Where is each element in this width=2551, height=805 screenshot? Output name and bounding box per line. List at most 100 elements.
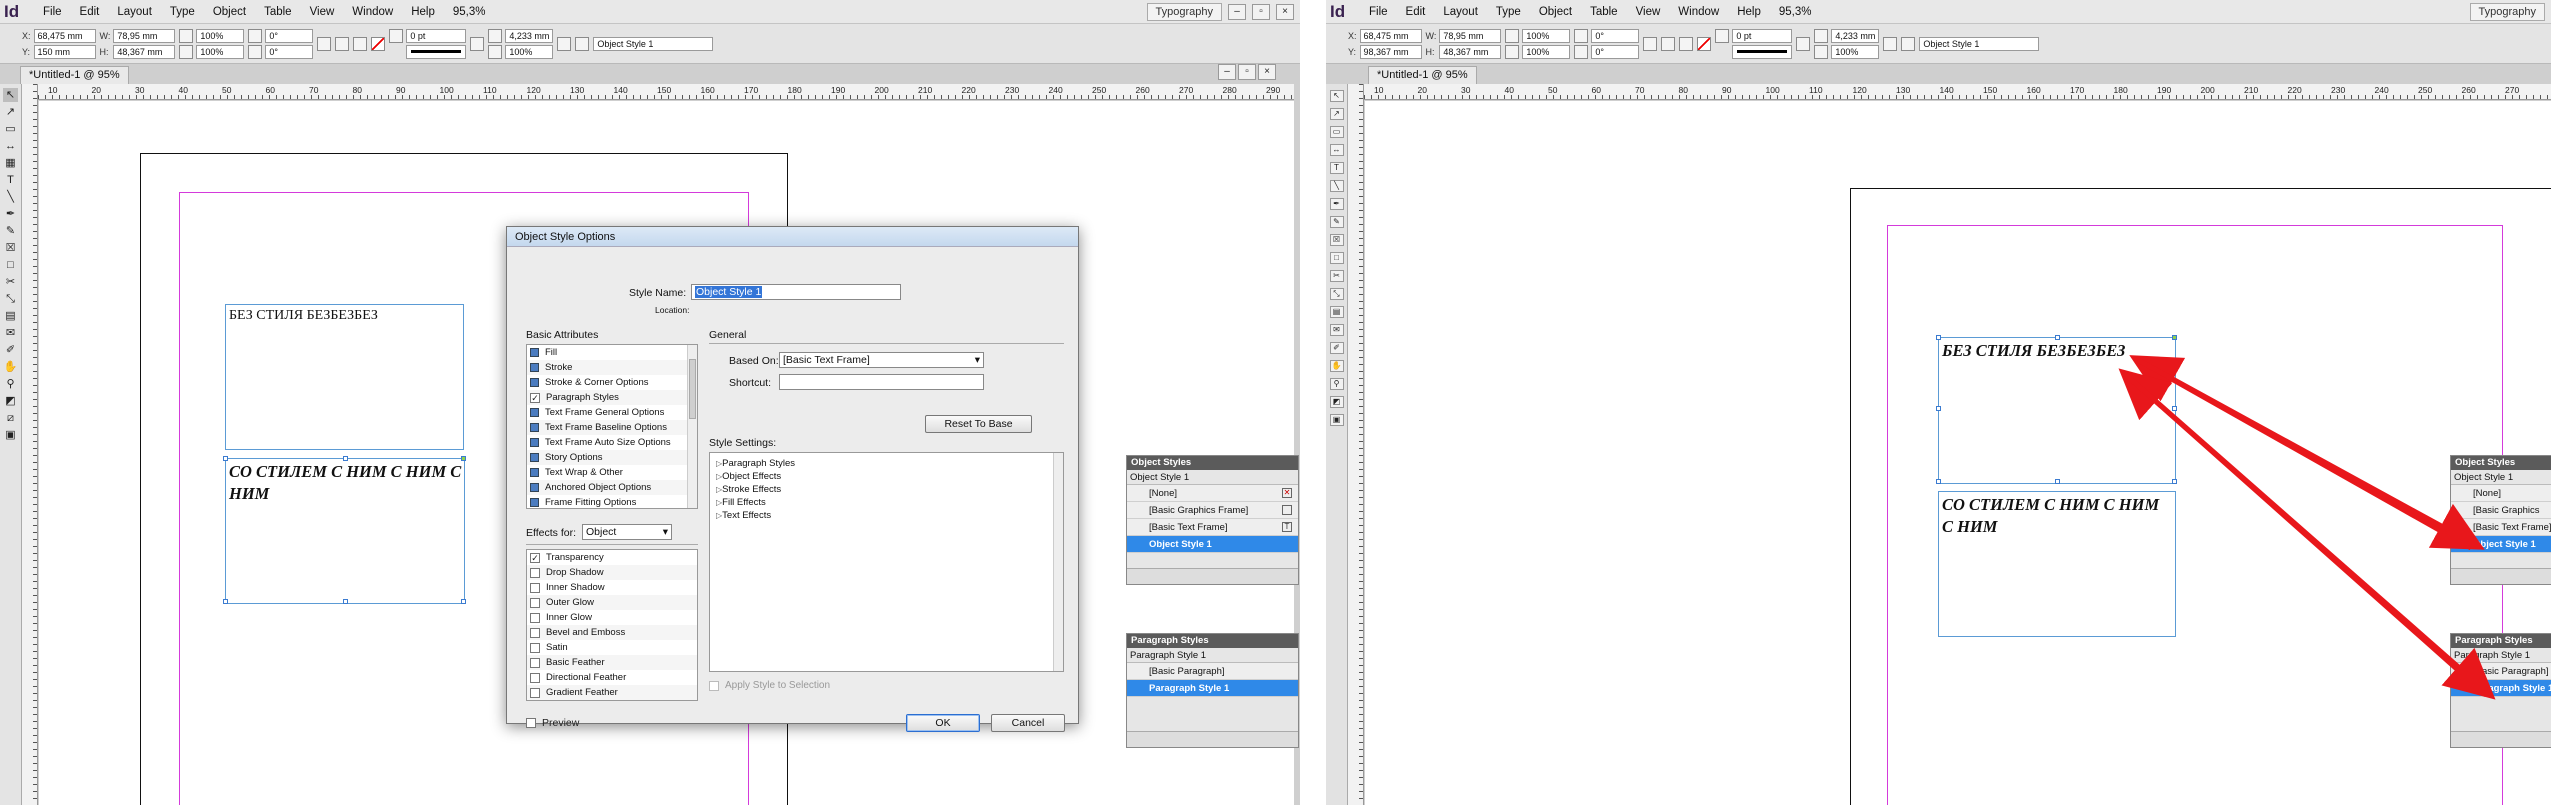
paragraph-style-item-style-1[interactable]: Paragraph Style 1 xyxy=(2451,680,2551,697)
rotate-cw-icon[interactable] xyxy=(1643,36,1658,51)
menu-file[interactable]: File xyxy=(1360,6,1397,18)
menu-table[interactable]: Table xyxy=(1581,6,1627,18)
pen-tool-icon[interactable]: ✒ xyxy=(3,207,18,221)
zoom-level[interactable]: 95,3% xyxy=(444,6,495,18)
wrap-icon[interactable] xyxy=(1796,36,1811,51)
hand-tool-icon[interactable]: ✋ xyxy=(3,360,18,374)
zoom-tool-icon[interactable]: ⚲ xyxy=(3,377,18,391)
y-field[interactable]: 98,367 mm xyxy=(1359,44,1422,59)
doc-close-button[interactable]: × xyxy=(1258,64,1276,80)
effect-row[interactable]: Satin xyxy=(527,640,697,655)
attr-row[interactable]: Text Wrap & Other xyxy=(527,465,697,480)
pencil-tool-icon[interactable]: ✎ xyxy=(3,224,18,238)
style-settings-box[interactable]: Paragraph Styles Object Effects Stroke E… xyxy=(709,452,1064,672)
type-tool-icon[interactable]: T xyxy=(1329,162,1344,174)
resize-handle[interactable] xyxy=(2172,479,2177,484)
effects-list[interactable]: ✓ Transparency Drop Shadow Inner Shadow O… xyxy=(526,549,698,701)
gradient-tool-icon[interactable]: ▤ xyxy=(3,309,18,323)
object-style-dropdown[interactable]: Object Style 1 xyxy=(593,36,714,51)
resize-handle[interactable] xyxy=(343,599,348,604)
resize-handle[interactable] xyxy=(223,456,228,461)
fill-none-icon[interactable] xyxy=(371,36,386,51)
object-style-item-none[interactable]: [None] ✕ xyxy=(1127,485,1298,502)
paragraph-style-item-basic[interactable]: [Basic Paragraph] xyxy=(2451,663,2551,680)
attr-row[interactable]: ✓ Paragraph Styles xyxy=(527,390,697,405)
effect-row[interactable]: ✓ Transparency xyxy=(527,550,697,565)
x-field[interactable]: 68,475 mm xyxy=(1359,28,1422,43)
rotate-field[interactable]: 0° xyxy=(265,28,314,43)
page-tool-icon[interactable]: ▭ xyxy=(3,122,18,136)
effect-row[interactable]: Basic Feather xyxy=(527,655,697,670)
rectangle-frame-tool-icon[interactable]: ☒ xyxy=(3,241,18,255)
select-container-icon[interactable] xyxy=(1679,36,1694,51)
menu-file[interactable]: File xyxy=(34,6,71,18)
attr-row[interactable]: Fill xyxy=(527,345,697,360)
free-transform-tool-icon[interactable]: ⤡ xyxy=(1329,288,1344,300)
resize-handle[interactable] xyxy=(223,599,228,604)
stroke-weight-field[interactable]: 0 pt xyxy=(406,28,467,43)
menu-layout[interactable]: Layout xyxy=(1434,6,1487,18)
line-tool-icon[interactable]: ╲ xyxy=(1329,180,1344,192)
flip-icon[interactable] xyxy=(1661,36,1676,51)
attr-row[interactable]: Stroke & Corner Options xyxy=(527,375,697,390)
align-icon[interactable] xyxy=(557,36,572,51)
scissors-tool-icon[interactable]: ✂ xyxy=(3,275,18,289)
rectangle-tool-icon[interactable]: □ xyxy=(1329,252,1344,264)
rotate-cw-icon[interactable] xyxy=(317,36,332,51)
scale-x-field[interactable]: 100% xyxy=(196,28,245,43)
based-on-dropdown[interactable]: [Basic Text Frame] ▾ xyxy=(779,352,984,368)
screen-mode-icon[interactable]: ▣ xyxy=(3,428,18,442)
effects-for-dropdown[interactable]: Object ▾ xyxy=(582,524,672,540)
y-field[interactable]: 150 mm xyxy=(33,44,96,59)
workspace-switcher[interactable]: Typography xyxy=(1146,2,1222,21)
pasteboard-canvas[interactable]: БЕЗ СТИЛЯ БЕЗБЕЗБЕЗ СО СТИЛЕМ С НИМ С НИ… xyxy=(1365,101,2551,805)
rotate-field[interactable]: 0° xyxy=(1591,28,1640,43)
attr-row[interactable]: Anchored Object Options xyxy=(527,480,697,495)
line-tool-icon[interactable]: ╲ xyxy=(3,190,18,204)
object-style-item-basic-graphics[interactable]: [Basic Graphics Frame] xyxy=(2451,502,2551,533)
eyedropper-tool-icon[interactable]: ✐ xyxy=(1329,342,1344,354)
resize-handle[interactable] xyxy=(1936,406,1941,411)
flip-icon[interactable] xyxy=(335,36,350,51)
pen-tool-icon[interactable]: ✒ xyxy=(1329,198,1344,210)
workspace-switcher[interactable]: Typography xyxy=(2469,2,2545,21)
opacity-field[interactable]: 100% xyxy=(1831,44,1880,59)
effect-row[interactable]: Gradient Feather xyxy=(527,685,697,700)
shear-field[interactable]: 0° xyxy=(265,44,314,59)
h-field[interactable]: 48,367 mm xyxy=(113,44,176,59)
content-collector-icon[interactable]: ▦ xyxy=(3,156,18,170)
note-tool-icon[interactable]: ✉ xyxy=(1329,324,1344,336)
document-tab[interactable]: *Untitled-1 @ 95% xyxy=(20,66,129,84)
menu-type[interactable]: Type xyxy=(1487,6,1530,18)
close-button[interactable]: × xyxy=(1276,3,1294,20)
resize-handle[interactable] xyxy=(461,456,466,461)
gap-tool-icon[interactable]: ↔ xyxy=(3,139,18,153)
pencil-tool-icon[interactable]: ✎ xyxy=(1329,216,1344,228)
reset-to-base-button[interactable]: Reset To Base xyxy=(925,415,1032,433)
attr-row[interactable]: Text Frame Auto Size Options xyxy=(527,435,697,450)
paragraph-style-item-style-1[interactable]: Paragraph Style 1 xyxy=(1127,680,1298,697)
text-frame-with-style[interactable]: СО СТИЛЕМ С НИМ С НИМ С НИМ xyxy=(1938,491,2176,637)
menu-view[interactable]: View xyxy=(301,6,344,18)
gradient-tool-icon[interactable]: ▤ xyxy=(1329,306,1344,318)
resize-handle[interactable] xyxy=(1936,335,1941,340)
direct-selection-tool-icon[interactable]: ↗ xyxy=(1329,108,1344,120)
menu-table[interactable]: Table xyxy=(255,6,301,18)
rectangle-frame-tool-icon[interactable]: ☒ xyxy=(1329,234,1344,246)
shortcut-input[interactable] xyxy=(779,374,984,390)
fill-stroke-icon[interactable]: ◩ xyxy=(1329,396,1344,408)
select-container-icon[interactable] xyxy=(353,36,368,51)
scale-y-field[interactable]: 100% xyxy=(1522,44,1571,59)
resize-handle[interactable] xyxy=(2172,335,2177,340)
attr-row[interactable]: Text Frame Baseline Options xyxy=(527,420,697,435)
gap-field[interactable]: 4,233 mm xyxy=(505,28,554,43)
attr-scrollbar[interactable] xyxy=(687,345,697,508)
style-name-input[interactable]: Object Style 1 xyxy=(691,284,901,300)
menu-edit[interactable]: Edit xyxy=(71,6,109,18)
apply-none-icon[interactable]: ⧄ xyxy=(3,411,18,425)
menu-object[interactable]: Object xyxy=(1530,6,1581,18)
menu-edit[interactable]: Edit xyxy=(1397,6,1435,18)
resize-handle[interactable] xyxy=(2055,335,2060,340)
stroke-type-dropdown[interactable] xyxy=(406,44,467,59)
scale-y-field[interactable]: 100% xyxy=(196,44,245,59)
